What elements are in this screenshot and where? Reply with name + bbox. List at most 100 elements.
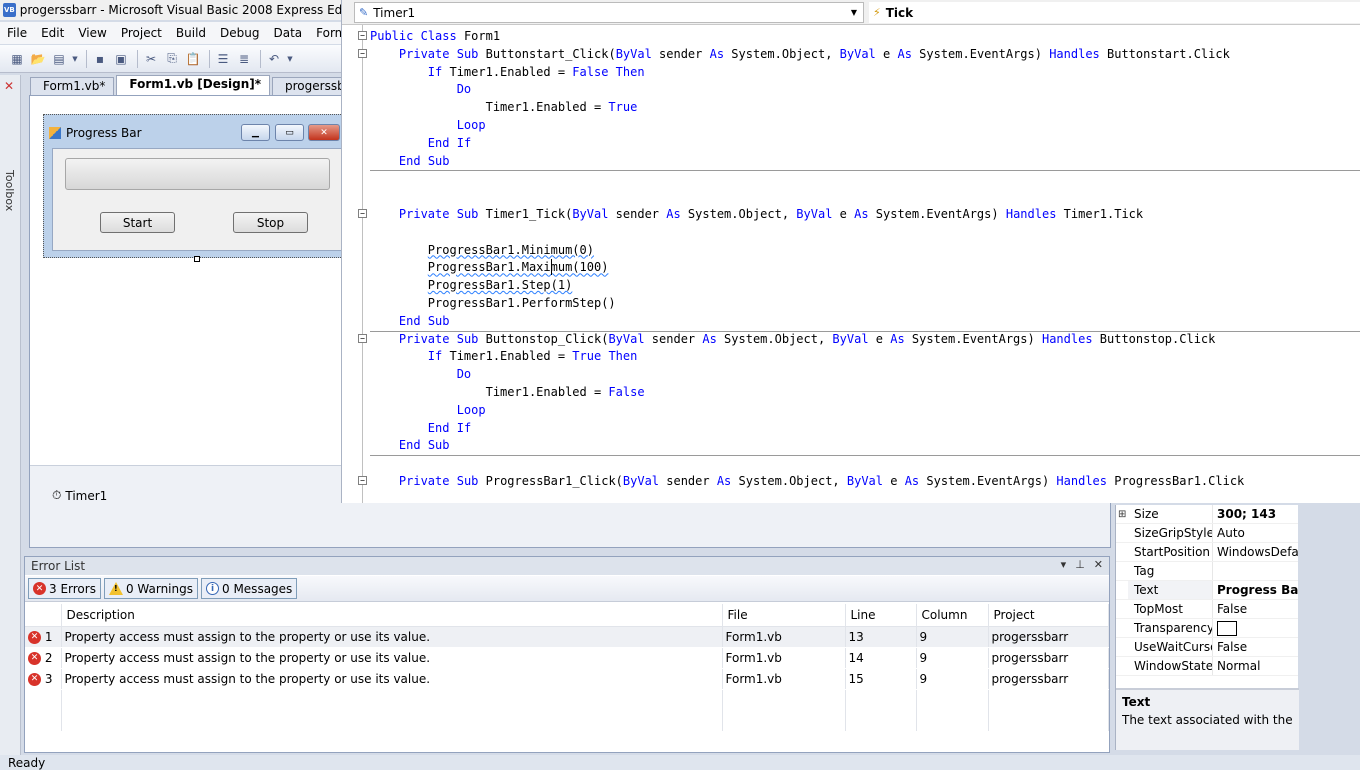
messages-filter-button[interactable]: i 0 Messages xyxy=(201,578,298,599)
save-icon[interactable]: ▪ xyxy=(91,50,109,68)
chevron-down-icon[interactable]: ▼ xyxy=(847,5,861,20)
toolbox-label[interactable]: Toolbox xyxy=(3,170,16,211)
column-header[interactable]: Line xyxy=(845,604,917,627)
code-line[interactable]: End If xyxy=(370,134,471,152)
property-row[interactable]: Text Progress Bar xyxy=(1116,581,1298,600)
warnings-filter-button[interactable]: ! 0 Warnings xyxy=(103,578,198,599)
error-row[interactable]: ✕ 1 Property access must assign to the pr… xyxy=(25,626,1109,648)
toolbox-icon[interactable]: ✕ xyxy=(4,79,14,93)
column-header[interactable]: Column xyxy=(916,604,989,627)
code-line[interactable]: End Sub xyxy=(370,312,450,330)
property-row[interactable]: ⊞ Size 300; 143 xyxy=(1116,505,1298,524)
open-file-icon[interactable]: 📂 xyxy=(29,50,47,68)
minimize-icon[interactable]: ▁ xyxy=(241,124,270,141)
code-line[interactable]: If Timer1.Enabled = True Then xyxy=(370,347,638,365)
progress-bar[interactable] xyxy=(65,158,330,190)
maximize-icon[interactable]: ▭ xyxy=(275,124,304,141)
add-item-dropdown-icon[interactable]: ▼ xyxy=(71,50,79,68)
cut-icon[interactable]: ✂ xyxy=(142,50,160,68)
stop-button[interactable]: Stop xyxy=(233,212,308,233)
timer-component[interactable]: ⏱ Timer1 xyxy=(52,488,107,503)
property-value[interactable]: Auto xyxy=(1213,526,1298,540)
code-line[interactable]: Do xyxy=(370,80,471,98)
close-icon[interactable]: ✕ xyxy=(308,124,340,141)
code-line[interactable]: Timer1.Enabled = True xyxy=(370,98,638,116)
expand-icon[interactable]: ⊞ xyxy=(1116,509,1128,520)
menu-file[interactable]: File xyxy=(0,26,34,40)
property-row[interactable]: WindowState Normal xyxy=(1116,657,1298,676)
code-line[interactable]: Do xyxy=(370,365,471,383)
collapse-icon[interactable]: − xyxy=(358,476,367,485)
undo-icon[interactable]: ↶ xyxy=(265,50,283,68)
menu-project[interactable]: Project xyxy=(114,26,169,40)
code-line[interactable]: Loop xyxy=(370,116,486,134)
column-header[interactable]: Description xyxy=(61,604,723,627)
property-row[interactable]: UseWaitCursorFalse xyxy=(1116,638,1298,657)
error-project: progerssbarr xyxy=(988,668,1109,690)
property-value[interactable] xyxy=(1213,620,1298,636)
code-line[interactable]: ProgressBar1.Step(1) xyxy=(370,276,573,294)
property-value[interactable]: False xyxy=(1213,602,1298,616)
menu-debug[interactable]: Debug xyxy=(213,26,266,40)
outdent-icon[interactable]: ≣ xyxy=(235,50,253,68)
start-button[interactable]: Start xyxy=(100,212,175,233)
column-header[interactable] xyxy=(25,604,62,627)
new-project-icon[interactable]: ▦ xyxy=(8,50,26,68)
column-header[interactable]: File xyxy=(722,604,846,627)
toolbox-strip[interactable]: ✕ Toolbox xyxy=(0,75,21,755)
code-text-area[interactable]: Public Class Form1 Private Sub Buttonsta… xyxy=(342,25,1360,503)
property-value[interactable]: 300; 143 xyxy=(1213,507,1298,521)
designed-form[interactable]: Progress Bar ▁ ▭ ✕ Start Stop xyxy=(43,114,344,258)
errors-filter-button[interactable]: ✕ 3 Errors xyxy=(28,578,101,599)
property-row[interactable]: TransparencyK xyxy=(1116,619,1298,638)
code-line[interactable]: Loop xyxy=(370,401,486,419)
menu-data[interactable]: Data xyxy=(266,26,309,40)
close-panel-icon[interactable]: ✕ xyxy=(1094,558,1103,571)
class-name-combo[interactable]: ✎ Timer1 ▼ xyxy=(354,2,864,23)
code-line[interactable]: ProgressBar1.PerformStep() xyxy=(370,294,616,312)
paste-icon[interactable]: 📋 xyxy=(184,50,202,68)
column-header[interactable]: Project xyxy=(988,604,1109,627)
collapse-icon[interactable]: − xyxy=(358,209,367,218)
code-line[interactable]: End Sub xyxy=(370,436,450,454)
property-value[interactable]: Normal xyxy=(1213,659,1298,673)
copy-icon[interactable]: ⎘ xyxy=(163,50,181,68)
code-line[interactable]: Private Sub Buttonstop_Click(ByVal sende… xyxy=(370,330,1215,348)
code-line[interactable]: ProgressBar1.Maximum(100) xyxy=(370,258,609,276)
window-position-icon[interactable]: ▾ xyxy=(1061,558,1067,571)
code-line[interactable]: Timer1.Enabled = False xyxy=(370,383,645,401)
menu-build[interactable]: Build xyxy=(169,26,213,40)
property-value[interactable]: Progress Bar xyxy=(1213,583,1298,597)
property-row[interactable]: Tag xyxy=(1116,562,1298,581)
collapse-icon[interactable]: − xyxy=(358,48,367,58)
undo-dropdown-icon[interactable]: ▼ xyxy=(286,50,294,68)
collapse-icon[interactable]: − xyxy=(358,333,367,343)
document-tab[interactable]: Form1.vb* xyxy=(30,77,115,95)
error-row[interactable]: ✕ 3 Property access must assign to the pr… xyxy=(25,668,1109,690)
form-resize-handle[interactable] xyxy=(194,256,200,262)
property-value[interactable]: False xyxy=(1213,640,1298,654)
menu-edit[interactable]: Edit xyxy=(34,26,71,40)
property-value[interactable]: WindowsDefau xyxy=(1213,545,1298,559)
error-row[interactable]: ✕ 2 Property access must assign to the pr… xyxy=(25,647,1109,669)
add-item-icon[interactable]: ▤ xyxy=(50,50,68,68)
save-all-icon[interactable]: ▣ xyxy=(112,50,130,68)
code-line[interactable]: ProgressBar1.Minimum(0) xyxy=(370,241,594,259)
code-line[interactable]: Private Sub Buttonstart_Click(ByVal send… xyxy=(370,45,1230,63)
color-swatch[interactable] xyxy=(1217,620,1237,636)
code-line[interactable]: Private Sub ProgressBar1_Click(ByVal sen… xyxy=(370,472,1244,490)
property-row[interactable]: TopMost False xyxy=(1116,600,1298,619)
code-line[interactable]: End Sub xyxy=(370,152,450,170)
collapse-icon[interactable]: − xyxy=(358,31,367,40)
indent-icon[interactable]: ☰ xyxy=(214,50,232,68)
code-line[interactable]: Private Sub Timer1_Tick(ByVal sender As … xyxy=(370,205,1143,223)
pin-icon[interactable]: ⊥ xyxy=(1075,558,1085,571)
property-row[interactable]: SizeGripStyle Auto xyxy=(1116,524,1298,543)
document-tab[interactable]: Form1.vb [Design]* xyxy=(116,75,271,95)
method-name-combo[interactable]: ⚡ Tick xyxy=(869,2,1360,23)
code-line[interactable]: End If xyxy=(370,419,471,437)
code-line[interactable]: If Timer1.Enabled = False Then xyxy=(370,63,645,81)
menu-view[interactable]: View xyxy=(71,26,113,40)
property-row[interactable]: StartPosition WindowsDefau xyxy=(1116,543,1298,562)
code-line[interactable]: Public Class Form1 xyxy=(370,27,500,45)
